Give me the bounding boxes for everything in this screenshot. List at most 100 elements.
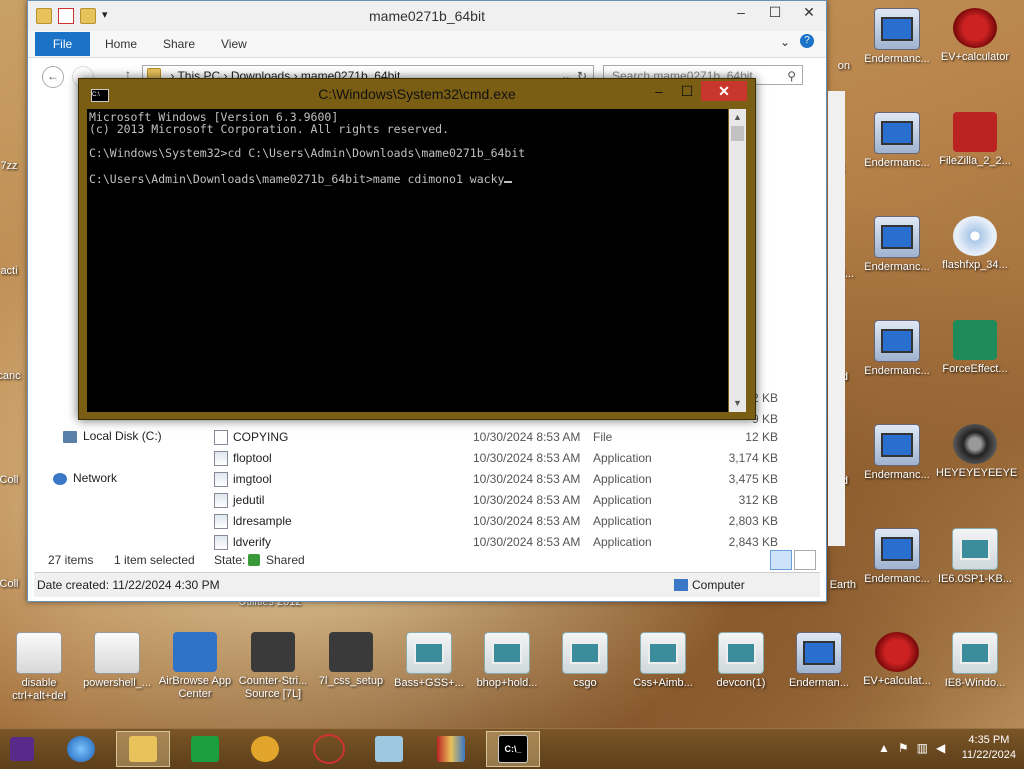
- taskbar-cmd[interactable]: C:\_: [486, 731, 540, 767]
- desktop-icon[interactable]: disable ctrl+alt+del: [0, 632, 78, 703]
- desktop-icon[interactable]: Endermanc...: [858, 8, 936, 66]
- desktop-icon[interactable]: EV+calculat...: [858, 632, 936, 688]
- tab-view[interactable]: View: [221, 37, 247, 51]
- desktop-icon[interactable]: IE8-Windo...: [936, 632, 1014, 690]
- chevron-up-icon[interactable]: ▲: [878, 741, 890, 755]
- file-name: COPYING: [233, 430, 289, 444]
- pc-icon: [874, 216, 920, 258]
- taskbar-notepad[interactable]: [362, 731, 416, 767]
- help-icon[interactable]: ?: [800, 34, 814, 48]
- pc-icon: [874, 320, 920, 362]
- explorer-titlebar[interactable]: ▾ mame0271b_64bit – ☐ ✕: [28, 1, 826, 31]
- file-size: 2,803 KB: [728, 514, 778, 528]
- maximize-button[interactable]: ☐: [758, 1, 792, 23]
- tab-file[interactable]: File: [35, 32, 90, 56]
- app-icon: [718, 632, 764, 674]
- desktop-icon[interactable]: Css+Aimb...: [624, 632, 702, 690]
- desktop-icon[interactable]: flashfxp_34...: [936, 216, 1014, 272]
- desktop-icon[interactable]: AirBrowse App Center: [156, 632, 234, 701]
- large-icons-view-icon[interactable]: [794, 550, 816, 570]
- file-size: 312 KB: [738, 493, 778, 507]
- file-list-scrollbar[interactable]: [828, 91, 845, 546]
- desktop-icon[interactable]: Endermanc...: [858, 112, 936, 170]
- table-row[interactable]: jedutil 10/30/2024 8:53 AM Application 312 …: [208, 490, 798, 510]
- file-date: 10/30/2024 8:53 AM: [473, 451, 581, 465]
- drive-icon: [63, 430, 77, 443]
- desktop-icon[interactable]: IE6.0SP1-KB...: [936, 528, 1014, 586]
- file-type: Application: [593, 472, 652, 486]
- item-count: 27 items: [48, 553, 94, 567]
- nav-network[interactable]: Network: [53, 471, 117, 485]
- file-type: Application: [593, 451, 652, 465]
- table-row[interactable]: imgtool 10/30/2024 8:53 AM Application 3,47…: [208, 469, 798, 489]
- taskbar-app[interactable]: [302, 731, 356, 767]
- wheel-icon: [953, 424, 997, 464]
- start-button[interactable]: [0, 731, 44, 767]
- file-type: Application: [593, 514, 652, 528]
- network-icon[interactable]: ▥: [917, 741, 928, 755]
- desktop-icon[interactable]: Endermanc...: [858, 320, 936, 378]
- desktop-icon[interactable]: FileZilla_2_2...: [936, 112, 1014, 168]
- tab-home[interactable]: Home: [105, 37, 137, 51]
- taskbar-ie[interactable]: [54, 731, 108, 767]
- maximize-button[interactable]: ☐: [673, 81, 701, 101]
- pc-icon: [874, 8, 920, 50]
- application-icon: [214, 535, 228, 550]
- helm-icon: [953, 8, 997, 48]
- taskbar-archive[interactable]: [424, 731, 478, 767]
- tab-share[interactable]: Share: [163, 37, 195, 51]
- notepad-icon: [375, 736, 403, 762]
- file-date: 10/30/2024 8:53 AM: [473, 535, 581, 549]
- file-size: 2,843 KB: [728, 535, 778, 549]
- desktop-icon[interactable]: Endermanc...: [858, 424, 936, 482]
- minimize-button[interactable]: –: [724, 1, 758, 23]
- cd-icon: [953, 216, 997, 256]
- search-icon[interactable]: ⚲: [787, 66, 796, 86]
- cmd-window[interactable]: C:\ C:\Windows\System32\cmd.exe – ☐ ✕ Mi…: [78, 78, 756, 420]
- selected-count: 1 item selected: [114, 553, 195, 567]
- taskbar-store[interactable]: [178, 731, 232, 767]
- volume-icon[interactable]: ◀: [936, 741, 945, 755]
- console-output[interactable]: Microsoft Windows [Version 6.3.9600] (c) …: [87, 109, 728, 412]
- file-name: ldverify: [233, 535, 272, 549]
- minimize-button[interactable]: –: [645, 81, 673, 101]
- console-line: C:\Users\Admin\Downloads\mame0271b_64bit…: [89, 171, 726, 185]
- file-date: 10/30/2024 8:53 AM: [473, 493, 581, 507]
- table-row[interactable]: floptool 10/30/2024 8:53 AM Application 3,1…: [208, 448, 798, 468]
- close-button[interactable]: ✕: [701, 81, 747, 101]
- close-button[interactable]: ✕: [792, 1, 826, 23]
- computer-icon: [674, 579, 688, 591]
- taskbar-keys[interactable]: [238, 731, 292, 767]
- expand-ribbon-icon[interactable]: ⌄: [780, 35, 790, 49]
- desktop-icon[interactable]: csgo: [546, 632, 624, 690]
- table-row[interactable]: COPYING 10/30/2024 8:53 AM File 12 KB: [208, 427, 798, 447]
- desktop-icon[interactable]: EV+calculator: [936, 8, 1014, 64]
- console-scrollbar[interactable]: ▲ ▼: [729, 109, 746, 412]
- desktop-icon[interactable]: HEYEYEYEEYE: [936, 424, 1017, 480]
- desktop-icon[interactable]: Counter-Stri... Source [7L]: [234, 632, 312, 701]
- desktop-icon[interactable]: devcon(1): [702, 632, 780, 690]
- flag-icon[interactable]: ⚑: [898, 741, 909, 755]
- desktop-icon[interactable]: bhop+hold...: [468, 632, 546, 690]
- file-size: 12 KB: [745, 430, 778, 444]
- details-view-icon[interactable]: [770, 550, 792, 570]
- taskbar-explorer[interactable]: [116, 731, 170, 767]
- desktop-icon[interactable]: 7l_css_setup: [312, 632, 390, 688]
- desktop-icon[interactable]: Endermanc...: [858, 216, 936, 274]
- back-button[interactable]: ←: [42, 66, 64, 88]
- cmd-titlebar[interactable]: C:\ C:\Windows\System32\cmd.exe – ☐ ✕: [79, 79, 755, 107]
- file-date: 10/30/2024 8:53 AM: [473, 472, 581, 486]
- table-row[interactable]: ldresample 10/30/2024 8:53 AM Application 2…: [208, 511, 798, 531]
- desktop-icon[interactable]: ForceEffect...: [936, 320, 1014, 376]
- winrar-icon: [437, 736, 465, 762]
- desktop-icon[interactable]: Bass+GSS+...: [390, 632, 468, 690]
- scroll-thumb[interactable]: [731, 126, 744, 141]
- desktop-icon[interactable]: Endermanc...: [858, 528, 936, 586]
- desktop-icon[interactable]: powershell_...: [78, 632, 156, 690]
- scroll-up-arrow-icon[interactable]: ▲: [729, 109, 746, 126]
- scroll-down-arrow-icon[interactable]: ▼: [729, 395, 746, 412]
- desktop-icon[interactable]: Enderman...: [780, 632, 858, 690]
- network-icon: [53, 472, 67, 485]
- nav-local-disk[interactable]: Local Disk (C:): [63, 429, 162, 443]
- clock[interactable]: 4:35 PM 11/22/2024: [962, 733, 1016, 763]
